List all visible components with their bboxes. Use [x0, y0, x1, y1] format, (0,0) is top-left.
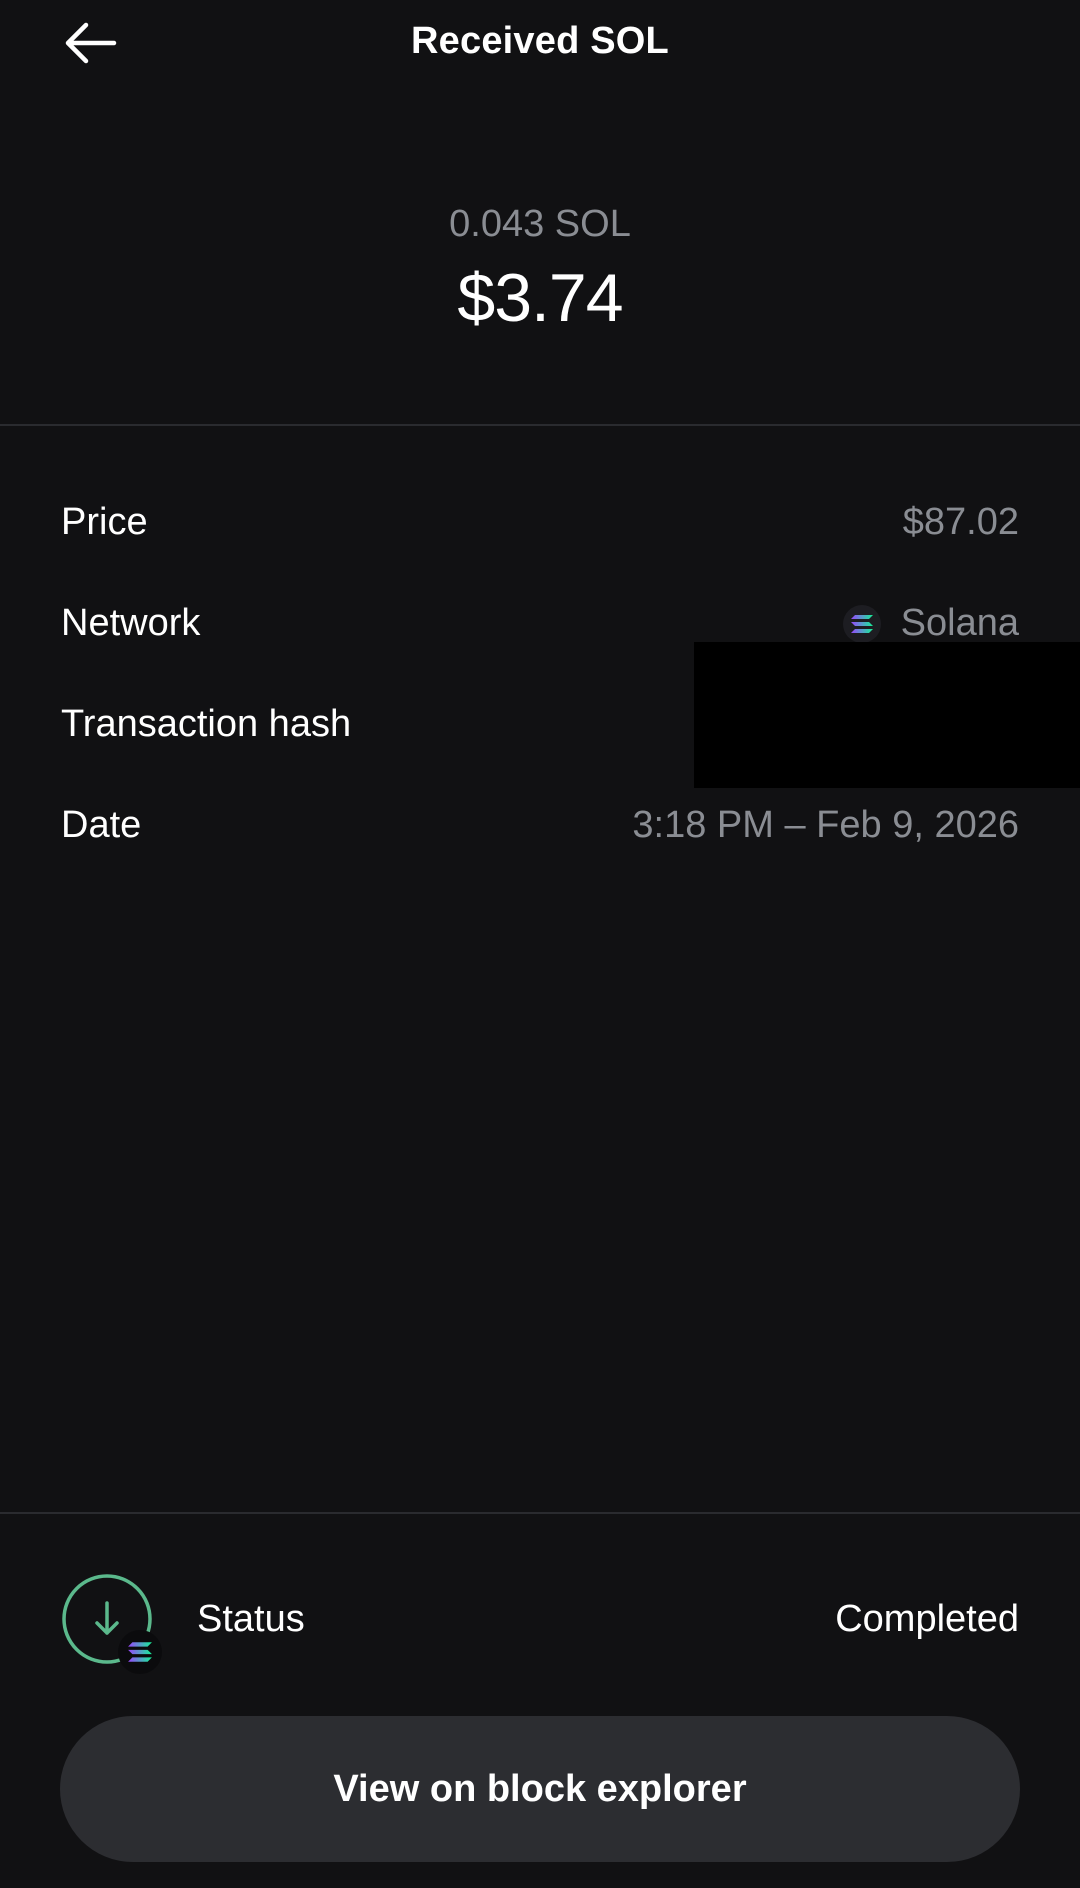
received-arrow-icon [61, 1573, 162, 1674]
network-value: Solana [842, 602, 1019, 645]
status-label: Status [197, 1597, 305, 1640]
transaction-hash-label: Transaction hash [61, 703, 352, 745]
solana-icon [842, 604, 881, 643]
date-label: Date [61, 804, 142, 846]
divider [0, 1512, 1080, 1514]
status-row: Status Completed [61, 1566, 1019, 1674]
price-value: $87.02 [902, 501, 1019, 543]
status-badge: Completed [835, 1597, 1019, 1640]
price-label: Price [61, 501, 148, 543]
network-name: Solana [900, 602, 1019, 644]
date-value: 3:18 PM – Feb 9, 2026 [632, 804, 1019, 846]
detail-row-price: Price $87.02 [61, 472, 1019, 573]
solana-icon [118, 1630, 162, 1674]
redaction-block [694, 642, 1080, 788]
network-label: Network [61, 602, 201, 644]
view-on-block-explorer-button[interactable]: View on block explorer [60, 1716, 1020, 1862]
fiat-amount: $3.74 [457, 260, 623, 336]
detail-row-date: Date 3:18 PM – Feb 9, 2026 [61, 775, 1019, 876]
page-title: Received SOL [411, 20, 669, 62]
divider [0, 424, 1080, 426]
top-bar: Received SOL [0, 0, 1080, 90]
crypto-amount: 0.043 SOL [449, 203, 631, 245]
amount-summary: 0.043 SOL $3.74 [0, 196, 1080, 342]
